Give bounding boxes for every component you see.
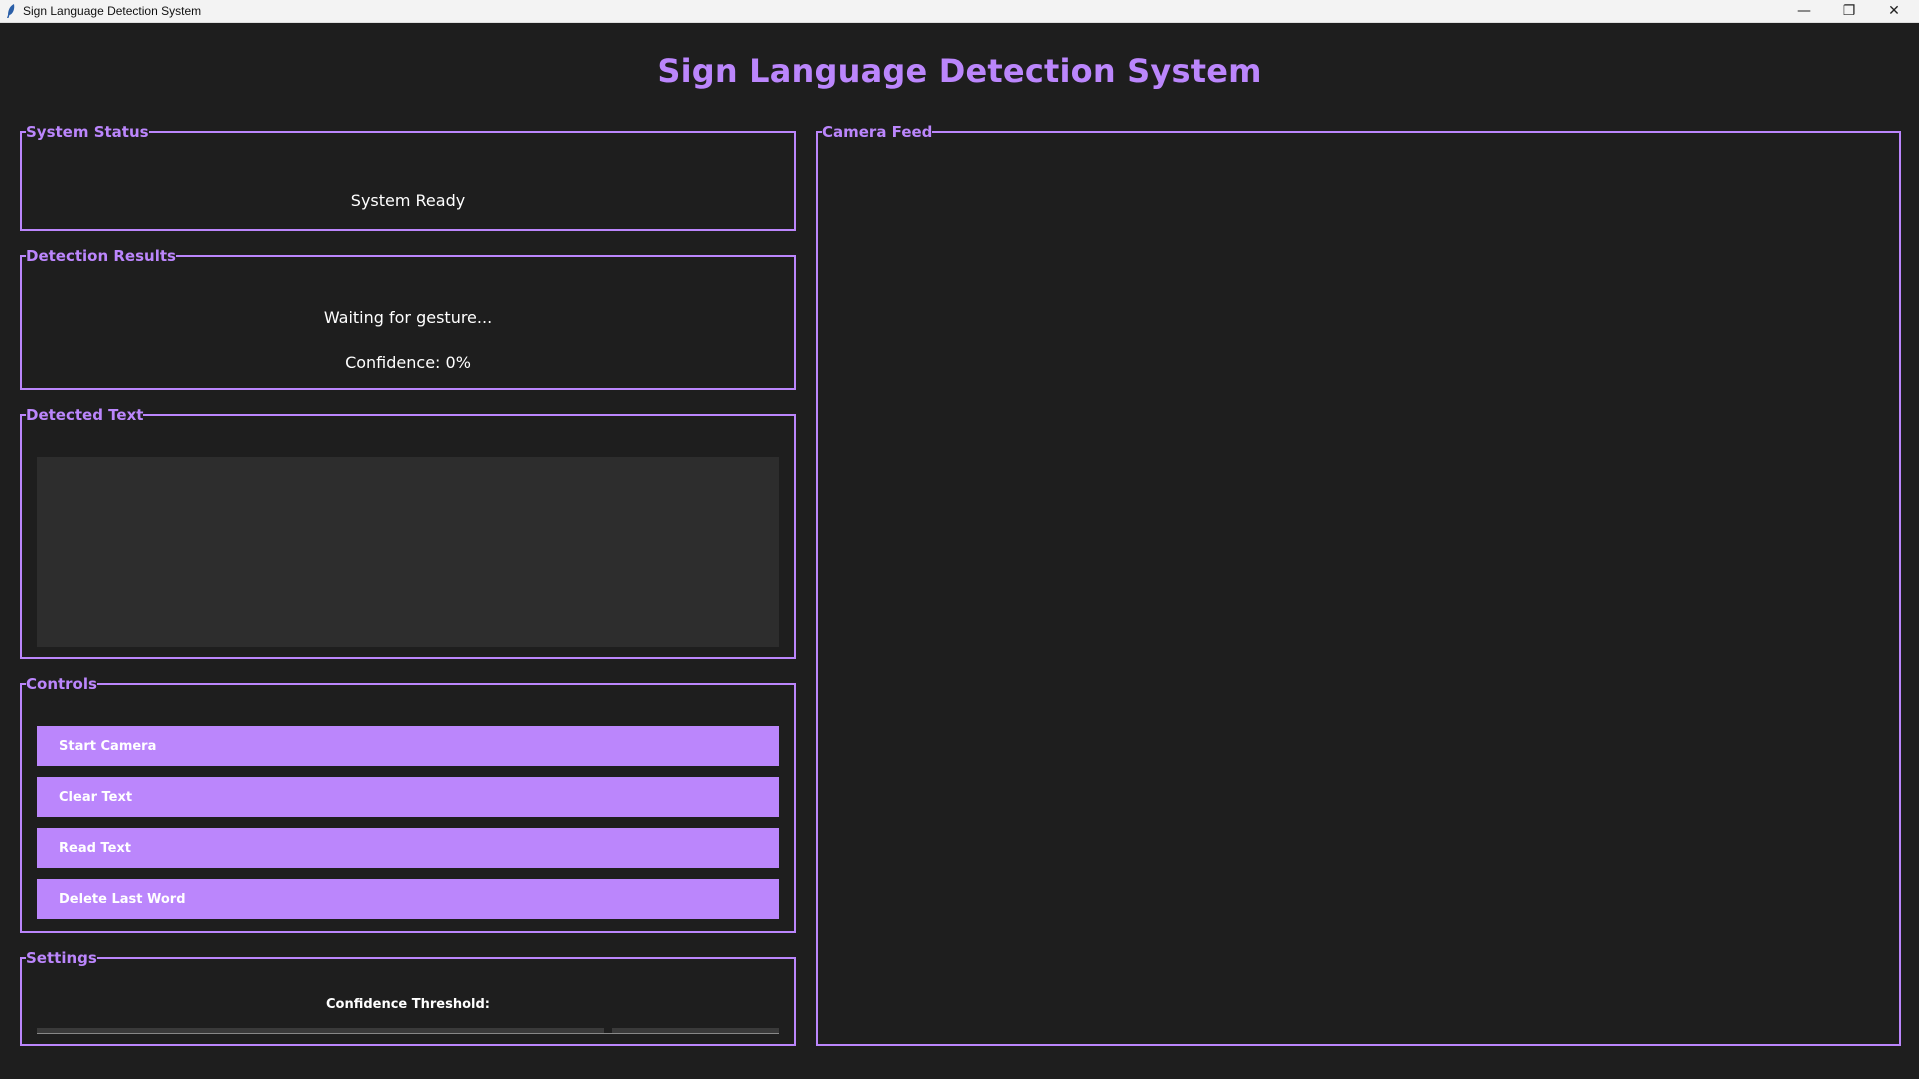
confidence-text: Confidence: 0% <box>345 353 471 372</box>
delete-last-word-button[interactable]: Delete Last Word <box>37 879 779 919</box>
feather-icon <box>7 4 15 18</box>
restore-icon: ❐ <box>1842 3 1856 19</box>
maximize-button[interactable]: ❐ <box>1827 0 1871 22</box>
close-icon: ✕ <box>1888 3 1900 19</box>
slider-thumb[interactable] <box>604 1027 612 1033</box>
confidence-threshold-slider[interactable] <box>37 1027 779 1034</box>
detected-text-area[interactable] <box>37 457 779 647</box>
minimize-button[interactable]: — <box>1782 0 1826 22</box>
page-title: Sign Language Detection System <box>657 52 1262 90</box>
detection-results-legend: Detection Results <box>26 247 176 265</box>
camera-feed-panel: Camera Feed <box>816 124 1901 1046</box>
camera-feed-legend: Camera Feed <box>822 123 933 141</box>
start-camera-button[interactable]: Start Camera <box>37 726 779 766</box>
system-status-text: System Ready <box>350 191 466 210</box>
system-status-legend: System Status <box>26 123 149 141</box>
window-title: Sign Language Detection System <box>23 4 202 18</box>
settings-panel: Settings Confidence Threshold: <box>20 950 796 1046</box>
detected-text-panel: Detected Text <box>20 407 796 659</box>
confidence-threshold-label: Confidence Threshold: <box>325 997 491 1012</box>
system-status-panel: System Status System Ready <box>20 124 796 231</box>
gesture-status-text: Waiting for gesture... <box>323 308 493 327</box>
controls-panel: Controls Start Camera Clear Text Read Te… <box>20 676 796 933</box>
read-text-button[interactable]: Read Text <box>37 828 779 868</box>
settings-legend: Settings <box>26 949 97 967</box>
window-titlebar: Sign Language Detection System — ❐ ✕ <box>0 0 1919 23</box>
minimize-icon: — <box>1797 3 1811 19</box>
clear-text-button[interactable]: Clear Text <box>37 777 779 817</box>
controls-legend: Controls <box>26 675 97 693</box>
detection-results-panel: Detection Results Waiting for gesture...… <box>20 248 796 390</box>
detected-text-legend: Detected Text <box>26 406 144 424</box>
close-button[interactable]: ✕ <box>1872 0 1916 22</box>
